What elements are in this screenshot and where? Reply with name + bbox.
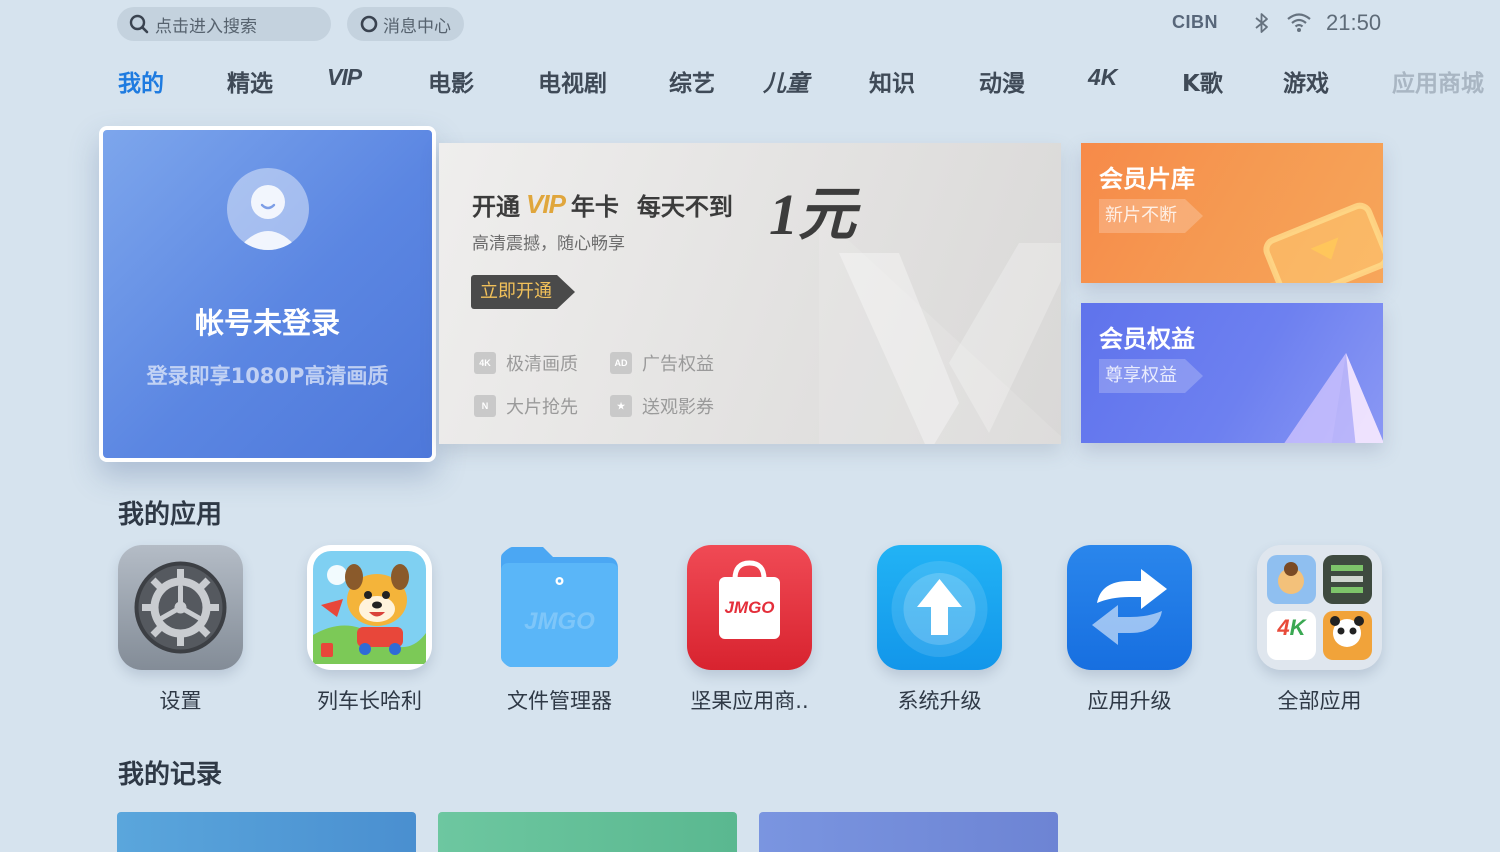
app-label: 应用升级 bbox=[1087, 689, 1172, 713]
message-center-label: 消息中心 bbox=[383, 16, 451, 37]
app-label: 系统升级 bbox=[897, 689, 982, 713]
app-app-upgrade[interactable]: 应用升级 bbox=[1067, 545, 1192, 713]
tab-karaoke[interactable]: K歌 bbox=[1182, 64, 1223, 98]
tab-4k[interactable]: 4K bbox=[1088, 64, 1117, 91]
app-label: 设置 bbox=[159, 689, 202, 713]
account-status-title: 帐号未登录 bbox=[194, 306, 340, 340]
vip-title-vip: VIP bbox=[526, 189, 566, 219]
vip-activate-button-tip bbox=[557, 275, 575, 309]
ad-badge-icon: AD bbox=[610, 352, 632, 374]
member-benefits-tag-tip bbox=[1185, 359, 1203, 393]
user-avatar-icon bbox=[237, 185, 299, 250]
app-all-apps[interactable]: 4K 全部应用 bbox=[1257, 545, 1382, 713]
record-card[interactable] bbox=[759, 812, 1058, 852]
4k-garden-logo: 4K bbox=[1277, 615, 1306, 640]
ticket-badge-icon: ★ bbox=[610, 395, 632, 417]
member-benefits-tag: 尊享权益 bbox=[1099, 359, 1185, 393]
cibn-logo: CIBN bbox=[1172, 12, 1218, 32]
member-library-title: 会员片库 bbox=[1099, 165, 1195, 193]
app-system-upgrade[interactable]: 系统升级 bbox=[877, 545, 1002, 713]
vip-banner[interactable]: 开通 VIP 年卡 每天不到 1元 高清震撼，随心畅享 立即开通 4K 极清画质… bbox=[439, 143, 1061, 444]
record-card[interactable] bbox=[117, 812, 416, 852]
app-train-harry[interactable]: 列车长哈利 bbox=[307, 545, 432, 713]
app-jmgo-store[interactable]: JMGO 坚果应用商.. bbox=[687, 545, 812, 713]
vip-banner-subtitle: 高清震撼，随心畅享 bbox=[472, 234, 625, 254]
vip-title-prefix: 开通 bbox=[472, 193, 520, 221]
tab-anime[interactable]: 动漫 bbox=[979, 64, 1025, 98]
member-benefits-card[interactable]: 会员权益 尊享权益 bbox=[1081, 303, 1383, 443]
tab-mine[interactable]: 我的 bbox=[118, 64, 164, 98]
upload-arrow-icon bbox=[877, 545, 1002, 670]
search-label: 点击进入搜索 bbox=[155, 16, 257, 37]
my-records-title: 我的记录 bbox=[118, 760, 223, 790]
message-icon bbox=[360, 15, 378, 33]
vip-feature-ad: AD 广告权益 bbox=[610, 350, 714, 376]
avatar bbox=[227, 168, 309, 250]
app-label: 文件管理器 bbox=[507, 689, 612, 713]
tab-app-store[interactable]: 应用商城 bbox=[1392, 64, 1484, 98]
tab-featured[interactable]: 精选 bbox=[227, 64, 273, 98]
vip-feature-label: 广告权益 bbox=[642, 354, 714, 375]
clock: 21:50 bbox=[1326, 10, 1382, 35]
4k-badge-icon: 4K bbox=[474, 352, 496, 374]
my-apps-title: 我的应用 bbox=[118, 500, 223, 530]
tab-movies[interactable]: 电影 bbox=[428, 64, 474, 98]
bluetooth-icon bbox=[1253, 11, 1271, 35]
tab-variety[interactable]: 综艺 bbox=[669, 64, 715, 98]
cartoon-dog-icon bbox=[307, 545, 432, 670]
account-card[interactable]: 帐号未登录 登录即享1080P高清画质 bbox=[99, 126, 436, 462]
wifi-icon bbox=[1286, 11, 1312, 33]
vip-feature-label: 送观影券 bbox=[642, 397, 714, 418]
app-label: 坚果应用商.. bbox=[690, 689, 809, 713]
vip-feature-ticket: ★ 送观影券 bbox=[610, 393, 714, 419]
tab-kids[interactable]: 儿童 bbox=[763, 64, 809, 98]
member-library-tag: 新片不断 bbox=[1099, 199, 1185, 233]
vip-title-tail: 每天不到 bbox=[636, 193, 733, 221]
refresh-arrows-icon bbox=[1067, 545, 1192, 670]
status-area: CIBN bbox=[1172, 12, 1218, 33]
search-icon bbox=[129, 14, 149, 34]
folder-watermark: JMGO bbox=[524, 608, 595, 635]
tab-tv-series[interactable]: 电视剧 bbox=[538, 64, 607, 98]
settings-gear-icon bbox=[118, 545, 243, 670]
vip-feature-premiere: N 大片抢先 bbox=[474, 393, 578, 419]
member-library-tag-tip bbox=[1185, 199, 1203, 233]
app-label: 列车长哈利 bbox=[317, 689, 422, 713]
search-bar[interactable]: 点击进入搜索 bbox=[117, 7, 331, 41]
account-subtitle: 登录即享1080P高清画质 bbox=[146, 364, 389, 388]
member-benefits-title: 会员权益 bbox=[1099, 325, 1195, 353]
tab-games[interactable]: 游戏 bbox=[1283, 64, 1329, 98]
vip-banner-title: 开通 VIP 年卡 每天不到 bbox=[472, 187, 733, 222]
record-card[interactable] bbox=[438, 812, 737, 852]
vip-price: 1元 bbox=[769, 182, 857, 247]
vip-feature-label: 极清画质 bbox=[506, 354, 578, 375]
vip-title-suffix: 年卡 bbox=[570, 193, 619, 221]
app-file-manager[interactable]: JMGO 文件管理器 bbox=[497, 545, 622, 713]
bag-logo-text: JMGO bbox=[724, 598, 775, 617]
app-settings[interactable]: 设置 bbox=[118, 545, 243, 713]
app-label: 全部应用 bbox=[1277, 689, 1362, 713]
folder-icon: JMGO bbox=[497, 545, 622, 670]
app-grid-icon: 4K bbox=[1257, 545, 1382, 670]
shopping-bag-icon: JMGO bbox=[687, 545, 812, 670]
vip-feature-label: 大片抢先 bbox=[506, 397, 578, 418]
message-center-button[interactable]: 消息中心 bbox=[347, 7, 464, 41]
tab-knowledge[interactable]: 知识 bbox=[869, 64, 915, 98]
tab-vip[interactable]: VIP bbox=[327, 64, 362, 91]
film-badge-icon: N bbox=[474, 395, 496, 417]
crystal-gem-icon bbox=[1284, 353, 1383, 443]
member-library-card[interactable]: 会员片库 新片不断 bbox=[1081, 143, 1383, 283]
vip-activate-button[interactable]: 立即开通 bbox=[471, 275, 557, 309]
vip-feature-4k: 4K 极清画质 bbox=[474, 350, 578, 376]
play-ticket-icon bbox=[1263, 202, 1383, 283]
